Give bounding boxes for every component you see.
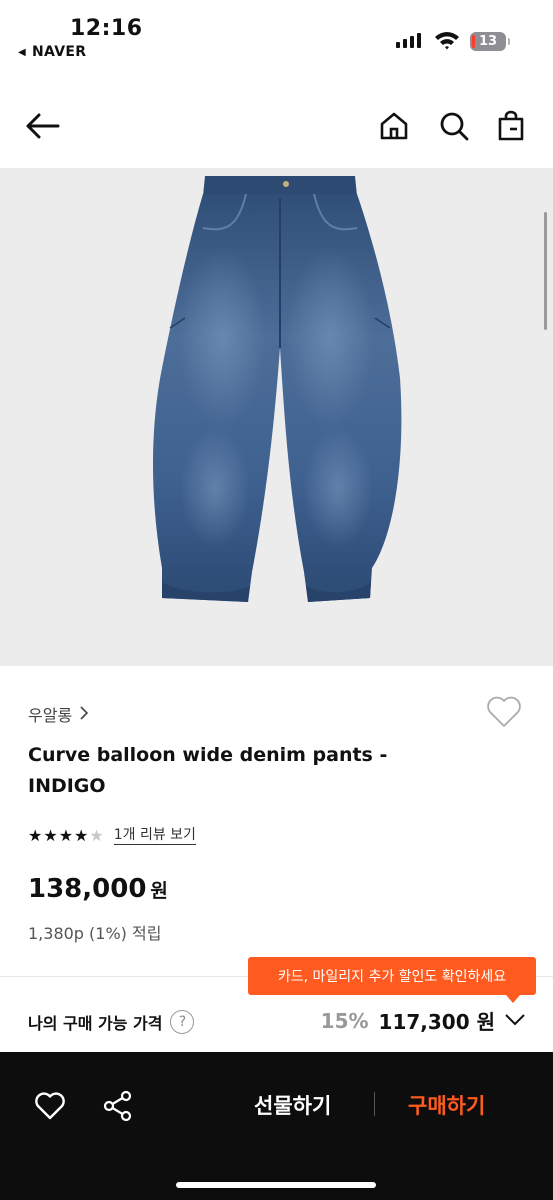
cellular-signal-icon xyxy=(396,33,421,48)
review-link[interactable]: 1개 리뷰 보기 xyxy=(113,826,196,845)
product-title: Curve balloon wide denim pants - INDIGO xyxy=(28,744,388,797)
star-icon: ★ xyxy=(28,826,43,845)
back-app-label: NAVER xyxy=(32,44,87,60)
chevron-down-icon xyxy=(505,1011,525,1030)
denim-pants-image xyxy=(153,176,402,602)
search-icon[interactable] xyxy=(434,106,474,146)
star-icon: ★ xyxy=(74,826,89,845)
brand-name: 우알롱 xyxy=(28,706,73,725)
wishlist-heart-icon[interactable] xyxy=(486,696,522,732)
brand-link[interactable]: 우알롱 xyxy=(28,702,89,726)
battery-icon: 13 xyxy=(470,32,510,51)
final-price: 117,300 원 xyxy=(378,1010,495,1034)
star-icon: ★ xyxy=(43,826,58,845)
wifi-icon xyxy=(434,30,460,54)
star-icon: ★ xyxy=(58,826,74,845)
back-triangle-icon: ◀ xyxy=(18,46,26,58)
my-price-toggle[interactable]: 15% 117,300 원 xyxy=(321,1006,525,1035)
shopping-bag-icon[interactable] xyxy=(491,106,531,146)
my-price-text: 나의 구매 가능 가격 xyxy=(28,1014,163,1033)
gift-button[interactable]: 선물하기 xyxy=(254,1090,331,1120)
button-separator xyxy=(374,1092,375,1116)
back-arrow-icon[interactable] xyxy=(22,106,62,146)
my-price-label: 나의 구매 가능 가격 ? xyxy=(28,1010,195,1034)
heart-icon[interactable] xyxy=(30,1086,70,1126)
scrollbar[interactable] xyxy=(544,212,547,330)
help-icon[interactable]: ? xyxy=(170,1010,195,1034)
status-time: 12:16 xyxy=(70,16,143,41)
product-price: 138,000 원 xyxy=(28,874,168,904)
rating-row: ★ ★ ★ ★ ★ 1개 리뷰 보기 xyxy=(28,826,196,845)
buy-button[interactable]: 구매하기 xyxy=(408,1090,485,1120)
reward-points: 1,380p (1%) 적립 xyxy=(28,924,162,943)
discount-tooltip: 카드, 마일리지 추가 할인도 확인하세요 xyxy=(248,957,536,1003)
bottom-action-bar: 선물하기 구매하기 xyxy=(0,1052,553,1200)
battery-level: 13 xyxy=(478,34,498,49)
product-image[interactable] xyxy=(0,168,553,666)
home-indicator[interactable] xyxy=(176,1182,376,1188)
status-bar: 12:16 ◀ NAVER 13 xyxy=(0,0,553,72)
price-value: 138,000 xyxy=(28,874,147,904)
chevron-right-icon xyxy=(80,705,89,724)
star-rating: ★ ★ ★ ★ ★ xyxy=(28,826,104,845)
star-empty-icon: ★ xyxy=(89,826,104,845)
home-icon[interactable] xyxy=(374,106,414,146)
back-to-app-link[interactable]: ◀ NAVER xyxy=(18,44,86,60)
price-currency: 원 xyxy=(150,880,168,902)
top-navigation xyxy=(0,84,553,168)
discount-rate: 15% xyxy=(320,1008,369,1033)
share-icon[interactable] xyxy=(98,1086,138,1126)
